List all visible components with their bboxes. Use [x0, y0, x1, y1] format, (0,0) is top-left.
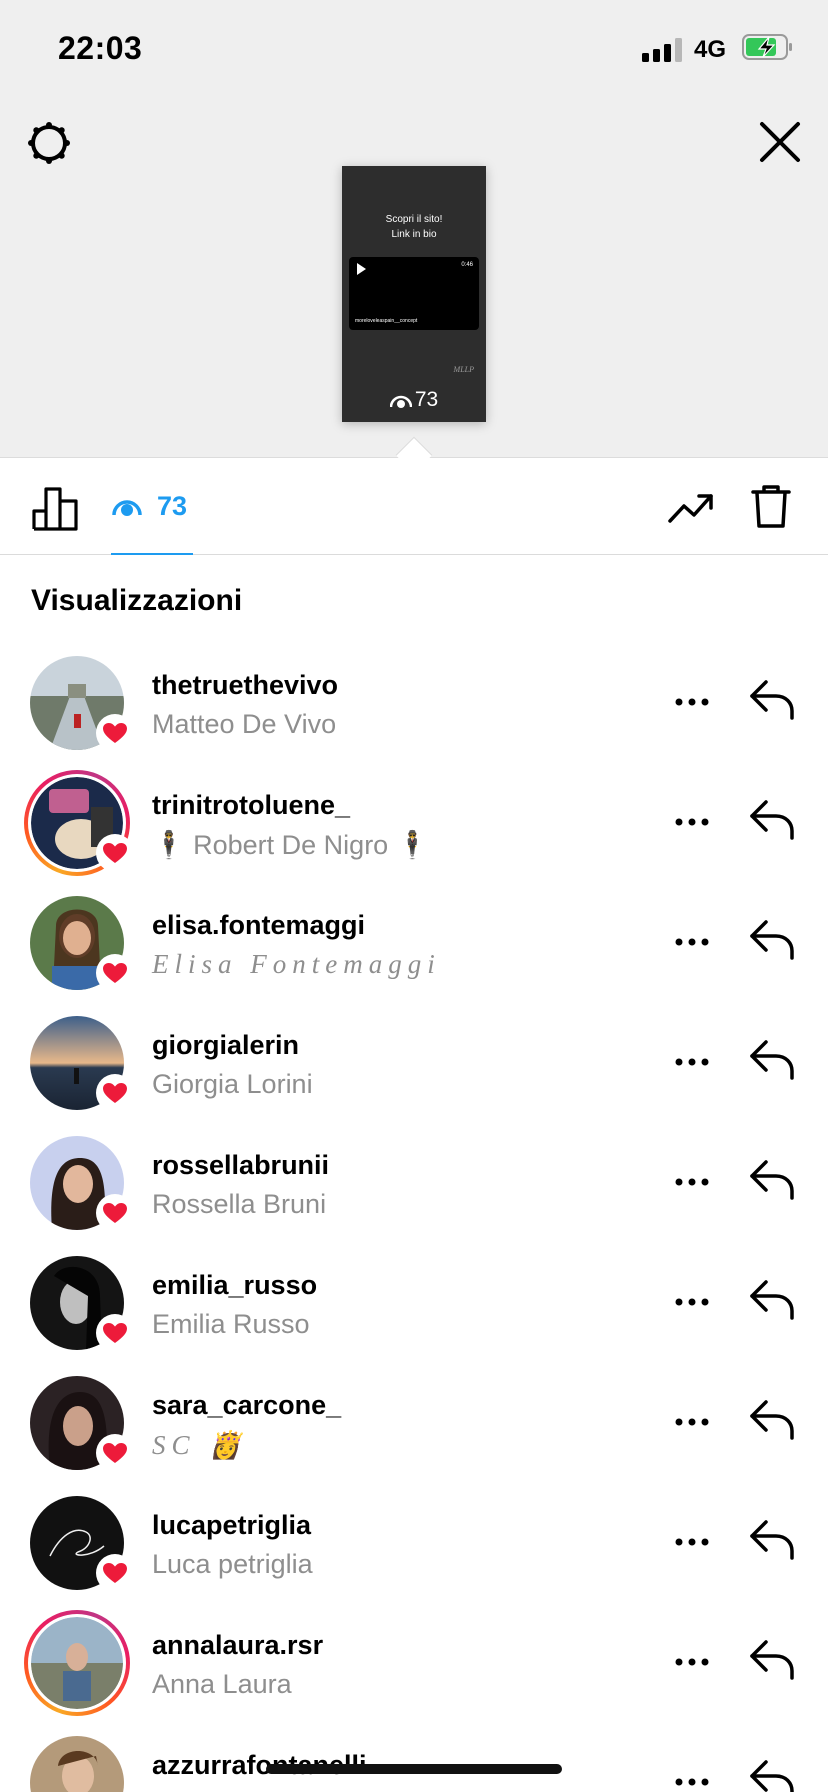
heart-icon [103, 723, 127, 743]
story-video: 0:46 moreloveleaspain__concept [349, 257, 479, 330]
signal-icon [641, 37, 682, 62]
play-icon [357, 263, 366, 275]
video-duration: 0:46 [461, 262, 473, 268]
full-name: Emilia Russo [152, 1309, 310, 1339]
more-options-icon[interactable] [674, 1774, 710, 1792]
username[interactable]: lucapetriglia [152, 1510, 311, 1541]
close-icon[interactable] [756, 118, 804, 171]
reply-arrow-icon[interactable] [748, 678, 796, 727]
more-options-icon[interactable] [674, 694, 710, 712]
reply-arrow-icon[interactable] [748, 1518, 796, 1567]
heart-icon [103, 963, 127, 983]
viewers-list: thetruethevivo Matteo De Vivo trinitroto… [0, 648, 828, 1792]
full-name: SC 👸 [152, 1430, 248, 1460]
username[interactable]: annalaura.rsr [152, 1630, 323, 1661]
reply-arrow-icon[interactable] [748, 1278, 796, 1327]
username[interactable]: emilia_russo [152, 1270, 317, 1301]
more-options-icon[interactable] [674, 1654, 710, 1672]
full-name: Luca petriglia [152, 1549, 313, 1579]
list-item[interactable]: rossellabrunii Rossella Bruni [0, 1128, 828, 1248]
reply-arrow-icon[interactable] [748, 1038, 796, 1087]
heart-icon [103, 1203, 127, 1223]
liked-heart-badge [96, 1194, 134, 1232]
eye-icon [389, 395, 412, 408]
reply-arrow-icon[interactable] [748, 1638, 796, 1687]
video-caption: moreloveleaspain__concept [355, 318, 418, 324]
liked-heart-badge [96, 1434, 134, 1472]
full-name: Rossella Bruni [152, 1189, 327, 1219]
full-name: 🕴 Robert De Nigro 🕴 [152, 830, 430, 860]
insights-trending-icon[interactable] [668, 491, 714, 530]
reply-arrow-icon[interactable] [748, 1398, 796, 1447]
list-item[interactable]: emilia_russo Emilia Russo [0, 1248, 828, 1368]
story-thumbnail[interactable]: Scopri il sito! Link in bio 0:46 morelov… [342, 166, 486, 422]
reply-arrow-icon[interactable] [748, 1758, 796, 1792]
list-item[interactable]: elisa.fontemaggi Elisa Fontemaggi [0, 888, 828, 1008]
username[interactable]: thetruethevivo [152, 670, 338, 701]
reply-arrow-icon[interactable] [748, 798, 796, 847]
story-preview-area: 22:03 4G Scopri il sito! Link in bio 0:4… [0, 0, 828, 458]
username[interactable]: sara_carcone_ [152, 1390, 341, 1421]
more-options-icon[interactable] [674, 1294, 710, 1312]
story-text: Scopri il sito! Link in bio [385, 214, 443, 240]
liked-heart-badge [96, 1314, 134, 1352]
liked-heart-badge [96, 1074, 134, 1112]
more-options-icon[interactable] [674, 934, 710, 952]
viewers-count: 73 [157, 490, 188, 521]
avatar-story-ring[interactable] [24, 1610, 130, 1716]
liked-heart-badge [96, 714, 134, 752]
story-view-count: 73 [342, 388, 486, 412]
settings-gear-icon[interactable] [26, 120, 72, 171]
list-item[interactable]: giorgialerin Giorgia Lorini [0, 1008, 828, 1128]
status-time: 22:03 [58, 30, 143, 66]
more-options-icon[interactable] [674, 1174, 710, 1192]
status-indicators: 4G [641, 34, 794, 65]
username[interactable]: elisa.fontemaggi [152, 910, 365, 941]
list-item[interactable]: sara_carcone_ SC 👸 [0, 1368, 828, 1488]
home-indicator[interactable] [266, 1764, 562, 1774]
heart-icon [103, 1563, 127, 1583]
more-options-icon[interactable] [674, 1414, 710, 1432]
liked-heart-badge [96, 954, 134, 992]
full-name: Anna Laura [152, 1669, 292, 1699]
story-tabs: 73 [0, 459, 828, 555]
reply-arrow-icon[interactable] [748, 918, 796, 967]
heart-icon [103, 1323, 127, 1343]
list-item[interactable]: lucapetriglia Luca petriglia [0, 1488, 828, 1608]
list-item[interactable]: azzurrafontanelli [0, 1728, 828, 1792]
list-item[interactable]: annalaura.rsr Anna Laura [0, 1608, 828, 1728]
more-options-icon[interactable] [674, 1054, 710, 1072]
liked-heart-badge [96, 834, 134, 872]
battery-icon [742, 34, 794, 65]
full-name: Elisa Fontemaggi [152, 949, 441, 979]
tab-stats-bar-chart-icon[interactable] [32, 485, 78, 536]
list-item[interactable]: thetruethevivo Matteo De Vivo [0, 648, 828, 768]
full-name: Giorgia Lorini [152, 1069, 313, 1099]
liked-heart-badge [96, 1554, 134, 1592]
eye-icon [112, 500, 142, 516]
story-signature: MLLP [453, 365, 474, 374]
more-options-icon[interactable] [674, 814, 710, 832]
delete-trash-icon[interactable] [750, 483, 792, 534]
username[interactable]: trinitrotoluene_ [152, 790, 350, 821]
full-name: Matteo De Vivo [152, 709, 337, 739]
reply-arrow-icon[interactable] [748, 1158, 796, 1207]
heart-icon [103, 1083, 127, 1103]
list-item[interactable]: trinitrotoluene_ 🕴 Robert De Nigro 🕴 [0, 768, 828, 888]
network-type: 4G [693, 35, 726, 63]
more-options-icon[interactable] [674, 1534, 710, 1552]
avatar[interactable] [30, 1736, 124, 1792]
heart-icon [103, 1443, 127, 1463]
section-title: Visualizzazioni [31, 584, 243, 617]
username[interactable]: rossellabrunii [152, 1150, 329, 1181]
heart-icon [103, 843, 127, 863]
tab-viewers[interactable]: 73 [111, 459, 193, 555]
username[interactable]: giorgialerin [152, 1030, 299, 1061]
